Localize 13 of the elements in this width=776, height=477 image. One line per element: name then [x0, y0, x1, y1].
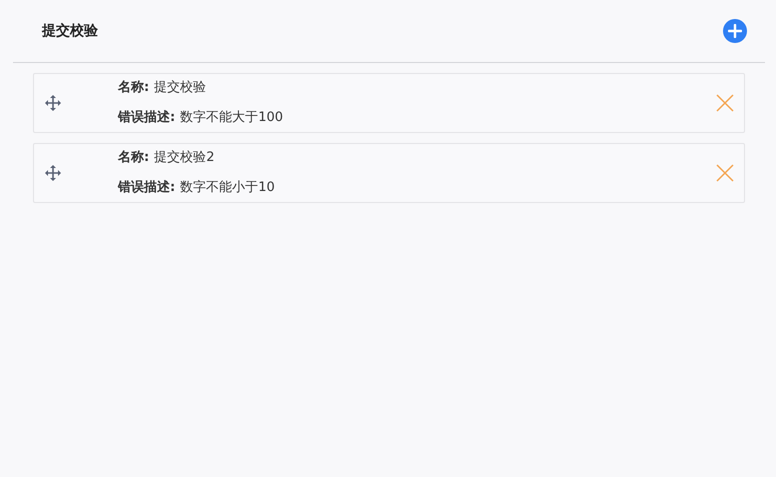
field-value: 提交校验 [154, 79, 206, 97]
field-value: 数字不能小于10 [180, 179, 275, 197]
field-label: 名称: [118, 79, 150, 97]
field-label: 名称: [118, 149, 150, 167]
plus-icon [728, 24, 742, 38]
move-icon[interactable] [44, 94, 62, 112]
field-label: 错误描述: [118, 179, 176, 197]
move-icon[interactable] [44, 164, 62, 182]
add-button[interactable] [723, 19, 747, 43]
field-value: 数字不能大于100 [180, 109, 284, 127]
section-title: 提交校验 [42, 22, 98, 40]
field-label: 错误描述: [118, 109, 176, 127]
field-value: 提交校验2 [154, 149, 214, 167]
